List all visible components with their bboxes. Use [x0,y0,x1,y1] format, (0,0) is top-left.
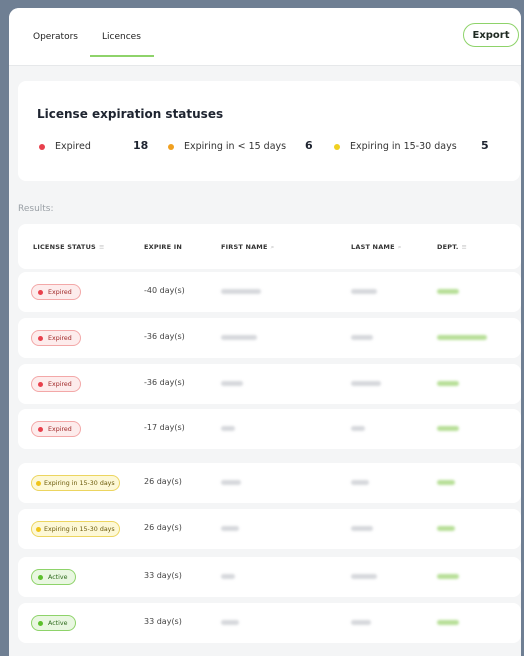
table-row[interactable]: Expiring in 15-30 days 26 day(s) [18,463,521,503]
search-icon[interactable]: ⌕ [398,243,402,251]
status-dot-icon [38,574,43,580]
dept-redacted [437,620,459,625]
dept-redacted [437,480,455,485]
expire-in-value: 26 day(s) [144,523,182,532]
table-row[interactable]: Active 33 day(s) [18,557,521,597]
table-row[interactable]: Expired -40 day(s) [18,272,521,312]
active-tab-indicator [90,55,154,57]
expire-in-value: -36 day(s) [144,332,185,341]
status-badge[interactable]: Expired [31,421,81,437]
status-label: Expired [48,425,72,433]
dept-redacted [437,426,459,431]
status-label: Expiring in 15-30 days [44,479,115,487]
summary-title: License expiration statuses [37,107,224,121]
last-name-redacted [351,620,371,625]
table-row[interactable]: Expired -17 day(s) [18,409,521,449]
dept-redacted [437,289,459,294]
dept-redacted [437,335,487,340]
export-button[interactable]: Export [463,23,519,47]
status-badge[interactable]: Expiring in 15-30 days [31,521,120,537]
legend-expiring-soon: Expiring in < 15 days [168,141,286,152]
search-icon[interactable]: ⌕ [271,243,275,251]
filter-icon[interactable]: ≡ [99,243,105,251]
orange-dot-icon [168,143,174,150]
first-name-redacted [221,480,241,485]
legend-count: 5 [481,139,489,152]
status-dot-icon [38,335,43,341]
dept-redacted [437,526,455,531]
table-row[interactable]: Expired -36 day(s) [18,318,521,358]
tab-licences[interactable]: Licences [102,32,141,42]
yellow-dot-icon [334,143,340,150]
column-license-status[interactable]: LICENSE STATUS ≡ [33,243,105,251]
table-row[interactable]: Expired -36 day(s) [18,364,521,404]
status-badge[interactable]: Expired [31,376,81,392]
last-name-redacted [351,426,365,431]
first-name-redacted [221,426,235,431]
status-dot-icon [38,620,43,626]
legend-expired: Expired [39,141,91,152]
last-name-redacted [351,289,377,294]
top-bar: Operators Licences Export [9,8,521,66]
column-dept[interactable]: DEPT. ≡ [437,243,467,251]
status-dot-icon [38,426,43,432]
licences-panel: Operators Licences Export License expira… [9,8,521,656]
status-label: Expired [48,380,72,388]
status-label: Active [48,619,68,627]
legend-label: Expired [55,141,91,152]
table-row[interactable]: Active 33 day(s) [18,603,521,643]
last-name-redacted [351,526,373,531]
first-name-redacted [221,381,243,386]
first-name-redacted [221,574,235,579]
expire-in-value: 33 day(s) [144,617,182,626]
first-name-redacted [221,526,239,531]
expire-in-value: -40 day(s) [144,286,185,295]
expire-in-value: -36 day(s) [144,378,185,387]
summary-card: License expiration statuses Expired 18 E… [18,81,520,181]
status-dot-icon [38,289,43,295]
last-name-redacted [351,574,377,579]
tab-operators[interactable]: Operators [33,32,78,42]
expire-in-value: 26 day(s) [144,477,182,486]
status-label: Expiring in 15-30 days [44,525,115,533]
table-row[interactable]: Expiring in 15-30 days 26 day(s) [18,509,521,549]
legend-label: Expiring in < 15 days [184,141,287,152]
dept-redacted [437,381,459,386]
last-name-redacted [351,381,381,386]
status-label: Active [48,573,68,581]
column-expire-in[interactable]: EXPIRE IN [144,243,182,251]
status-badge[interactable]: Active [31,615,77,631]
legend-count: 6 [305,139,313,152]
status-badge[interactable]: Expiring in 15-30 days [31,475,120,491]
column-first-name[interactable]: FIRST NAME ⌕ [221,243,274,252]
first-name-redacted [221,289,261,294]
status-label: Expired [48,288,72,296]
table-header: LICENSE STATUS ≡ EXPIRE IN FIRST NAME ⌕ LA… [18,224,521,269]
dept-redacted [437,574,459,579]
red-dot-icon [39,143,45,150]
status-label: Expired [48,334,72,342]
legend-expiring-later: Expiring in 15-30 days [334,141,457,152]
last-name-redacted [351,480,369,485]
first-name-redacted [221,335,257,340]
status-dot-icon [36,480,41,486]
column-last-name[interactable]: LAST NAME ⌕ [351,243,402,252]
status-dot-icon [38,381,43,387]
status-dot-icon [36,526,41,532]
status-badge[interactable]: Expired [31,330,81,346]
expire-in-value: 33 day(s) [144,571,182,580]
results-label: Results: [18,204,54,214]
expire-in-value: -17 day(s) [144,423,185,432]
legend-count: 18 [133,139,149,152]
status-badge[interactable]: Expired [31,284,81,300]
filter-icon[interactable]: ≡ [462,243,468,251]
legend-label: Expiring in 15-30 days [350,141,457,152]
status-badge[interactable]: Active [31,569,77,585]
last-name-redacted [351,335,373,340]
first-name-redacted [221,620,239,625]
